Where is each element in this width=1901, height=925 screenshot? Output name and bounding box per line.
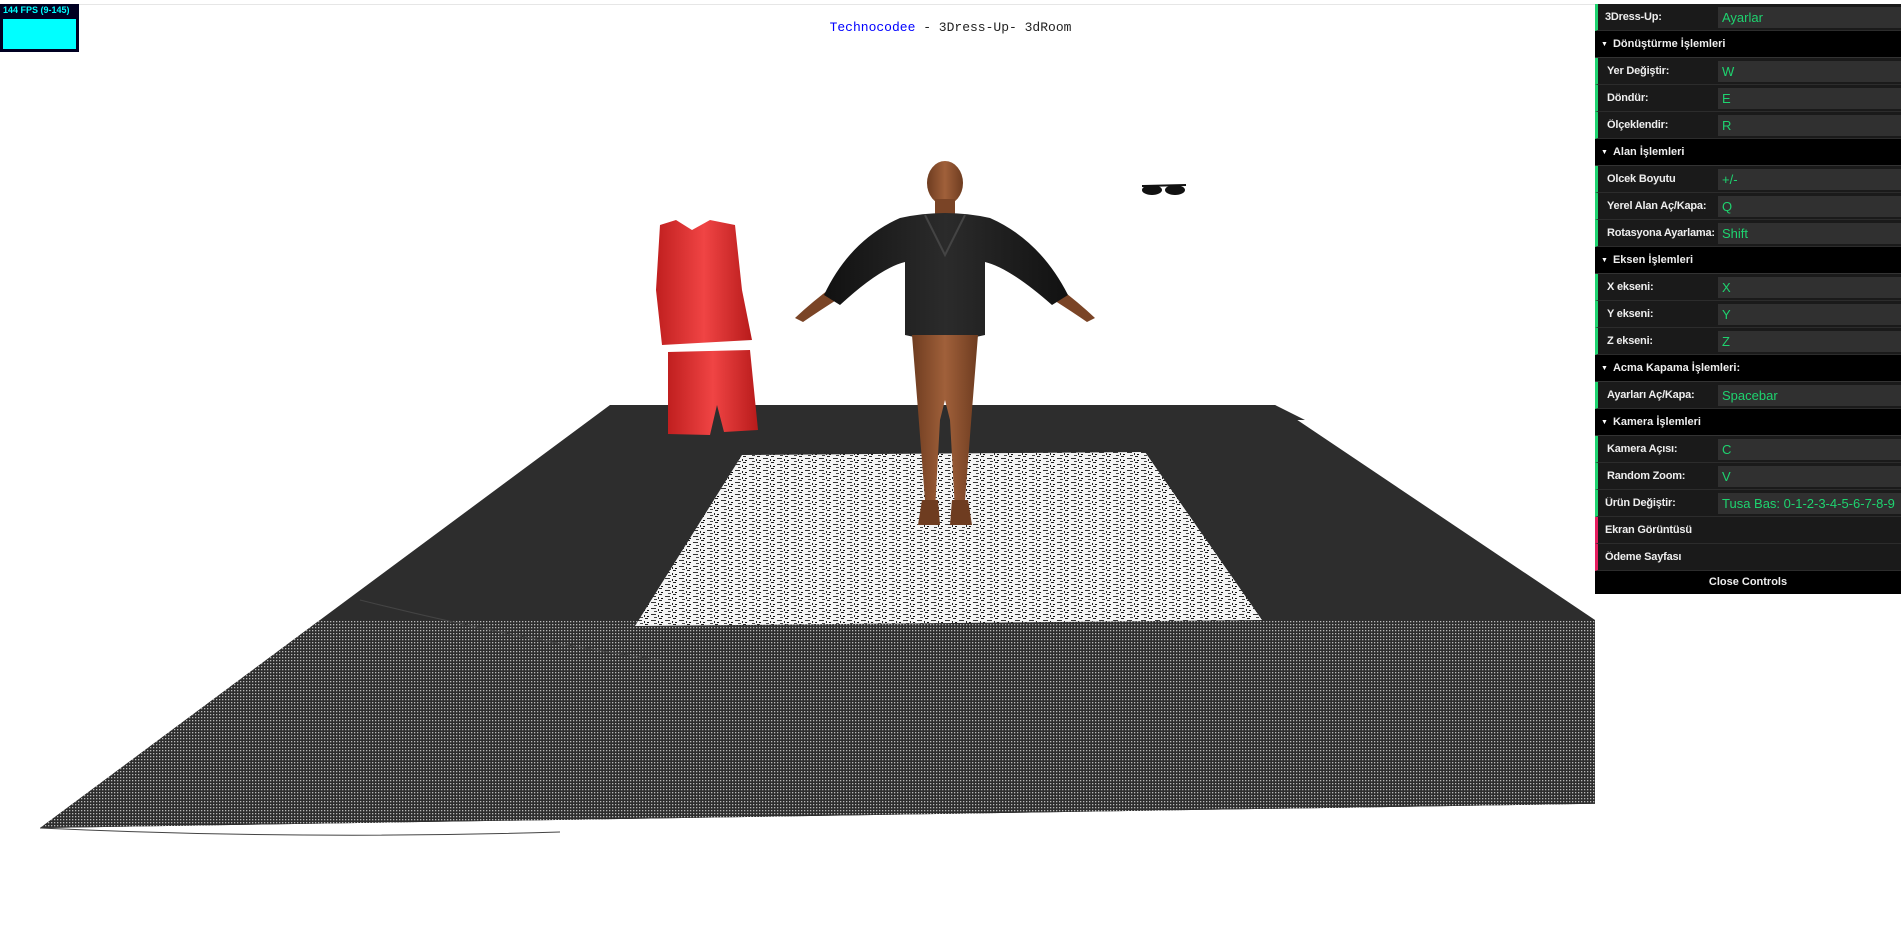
folder-title-text: Dönüştürme İşlemleri — [1612, 38, 1726, 50]
gui-label: Z ekseni: — [1607, 335, 1653, 347]
gui-value-field[interactable]: Y — [1718, 303, 1901, 325]
gui-row-olceklendir[interactable]: Ölçeklendir: R — [1595, 112, 1901, 139]
folder-title-text: Acma Kapama İşlemleri: — [1612, 362, 1741, 374]
gui-label: X ekseni: — [1607, 281, 1654, 293]
close-controls-button[interactable]: Close Controls — [1595, 571, 1901, 594]
gui-row-y-ekseni[interactable]: Y ekseni: Y — [1595, 301, 1901, 328]
gui-row-root[interactable]: 3Dress-Up: Ayarlar — [1595, 4, 1901, 31]
scene-canvas[interactable] — [0, 0, 1595, 925]
fps-label: 144 FPS (9-145) — [3, 5, 70, 15]
gui-value-field[interactable]: Shift — [1718, 222, 1901, 244]
sunglasses[interactable] — [1141, 184, 1187, 195]
gui-value-field[interactable]: C — [1718, 438, 1901, 460]
gui-label: Ödeme Sayfası — [1605, 551, 1682, 563]
gui-row-rotasyon[interactable]: Rotasyona Ayarlama: Shift — [1595, 220, 1901, 247]
payment-button[interactable]: Ödeme Sayfası — [1595, 544, 1901, 571]
folder-kamera[interactable]: ▼ Kamera İşlemleri — [1595, 409, 1901, 436]
gui-row-x-ekseni[interactable]: X ekseni: X — [1595, 274, 1901, 301]
gui-value-field[interactable]: Ayarlar — [1718, 6, 1901, 28]
gui-row-ayarlari-ac-kapa[interactable]: Ayarları Aç/Kapa: Spacebar — [1595, 382, 1901, 409]
gui-value-field[interactable]: Spacebar — [1718, 384, 1901, 406]
gui-row-dondur[interactable]: Döndür: E — [1595, 85, 1901, 112]
gui-row-random-zoom[interactable]: Random Zoom: V — [1595, 463, 1901, 490]
gui-value-field[interactable]: V — [1718, 465, 1901, 487]
gui-label: Döndür: — [1607, 92, 1649, 104]
gui-value-field[interactable]: R — [1718, 114, 1901, 136]
title-text: - 3Dress-Up- 3dRoom — [915, 20, 1072, 35]
folder-title-text: Alan İşlemleri — [1612, 146, 1685, 158]
gui-label: Kamera Açısı: — [1607, 443, 1678, 455]
caret-down-icon: ▼ — [1601, 148, 1608, 156]
gui-value-field[interactable]: Q — [1718, 195, 1901, 217]
folder-donusturme[interactable]: ▼ Dönüştürme İşlemleri — [1595, 31, 1901, 58]
gui-row-z-ekseni[interactable]: Z ekseni: Z — [1595, 328, 1901, 355]
folder-title-text: Eksen İşlemleri — [1612, 254, 1694, 266]
gui-value-field[interactable]: +/- — [1718, 168, 1901, 190]
caret-down-icon: ▼ — [1601, 256, 1608, 264]
caret-down-icon: ▼ — [1601, 418, 1608, 426]
gui-label: Ürün Değiştir: — [1605, 497, 1676, 509]
folder-eksen[interactable]: ▼ Eksen İşlemleri — [1595, 247, 1901, 274]
gui-value-field[interactable]: Tusa Bas: 0-1-2-3-4-5-6-7-8-9 — [1718, 492, 1901, 514]
gui-value-field[interactable]: Z — [1718, 330, 1901, 352]
folder-acma-kapama[interactable]: ▼ Acma Kapama İşlemleri: — [1595, 355, 1901, 382]
gui-label: Ekran Görüntüsü — [1605, 524, 1692, 536]
gui-value-field[interactable]: E — [1718, 87, 1901, 109]
folder-alan[interactable]: ▼ Alan İşlemleri — [1595, 139, 1901, 166]
screenshot-button[interactable]: Ekran Görüntüsü — [1595, 517, 1901, 544]
gui-value-field[interactable]: W — [1718, 60, 1901, 82]
gui-label: 3Dress-Up: — [1605, 11, 1662, 23]
controls-panel: 3Dress-Up: Ayarlar ▼ Dönüştürme İşlemler… — [1595, 4, 1901, 594]
folder-title-text: Kamera İşlemleri — [1612, 416, 1701, 428]
gui-row-yer-degistir[interactable]: Yer Değiştir: W — [1595, 58, 1901, 85]
gui-label: Yer Değiştir: — [1607, 65, 1670, 77]
caret-down-icon: ▼ — [1601, 40, 1608, 48]
gui-label: Olcek Boyutu — [1607, 173, 1676, 185]
gui-label: Ölçeklendir: — [1607, 119, 1669, 131]
gui-row-kamera-acisi[interactable]: Kamera Açısı: C — [1595, 436, 1901, 463]
gui-row-olcek-boyutu[interactable]: Olcek Boyutu +/- — [1595, 166, 1901, 193]
gui-label: Y ekseni: — [1607, 308, 1654, 320]
red-outfit[interactable] — [656, 220, 758, 435]
gui-label: Random Zoom: — [1607, 470, 1686, 482]
gui-row-urun-degistir[interactable]: Ürün Değiştir: Tusa Bas: 0-1-2-3-4-5-6-7… — [1595, 490, 1901, 517]
caret-down-icon: ▼ — [1601, 364, 1608, 372]
gui-label: Ayarları Aç/Kapa: — [1607, 389, 1695, 401]
gui-value-field[interactable]: X — [1718, 276, 1901, 298]
brand-link[interactable]: Technocodee — [830, 20, 916, 35]
gui-label: Rotasyona Ayarlama: — [1607, 227, 1715, 239]
gui-row-yerel-alan[interactable]: Yerel Alan Aç/Kapa: Q — [1595, 193, 1901, 220]
gui-label: Yerel Alan Aç/Kapa: — [1607, 200, 1707, 212]
